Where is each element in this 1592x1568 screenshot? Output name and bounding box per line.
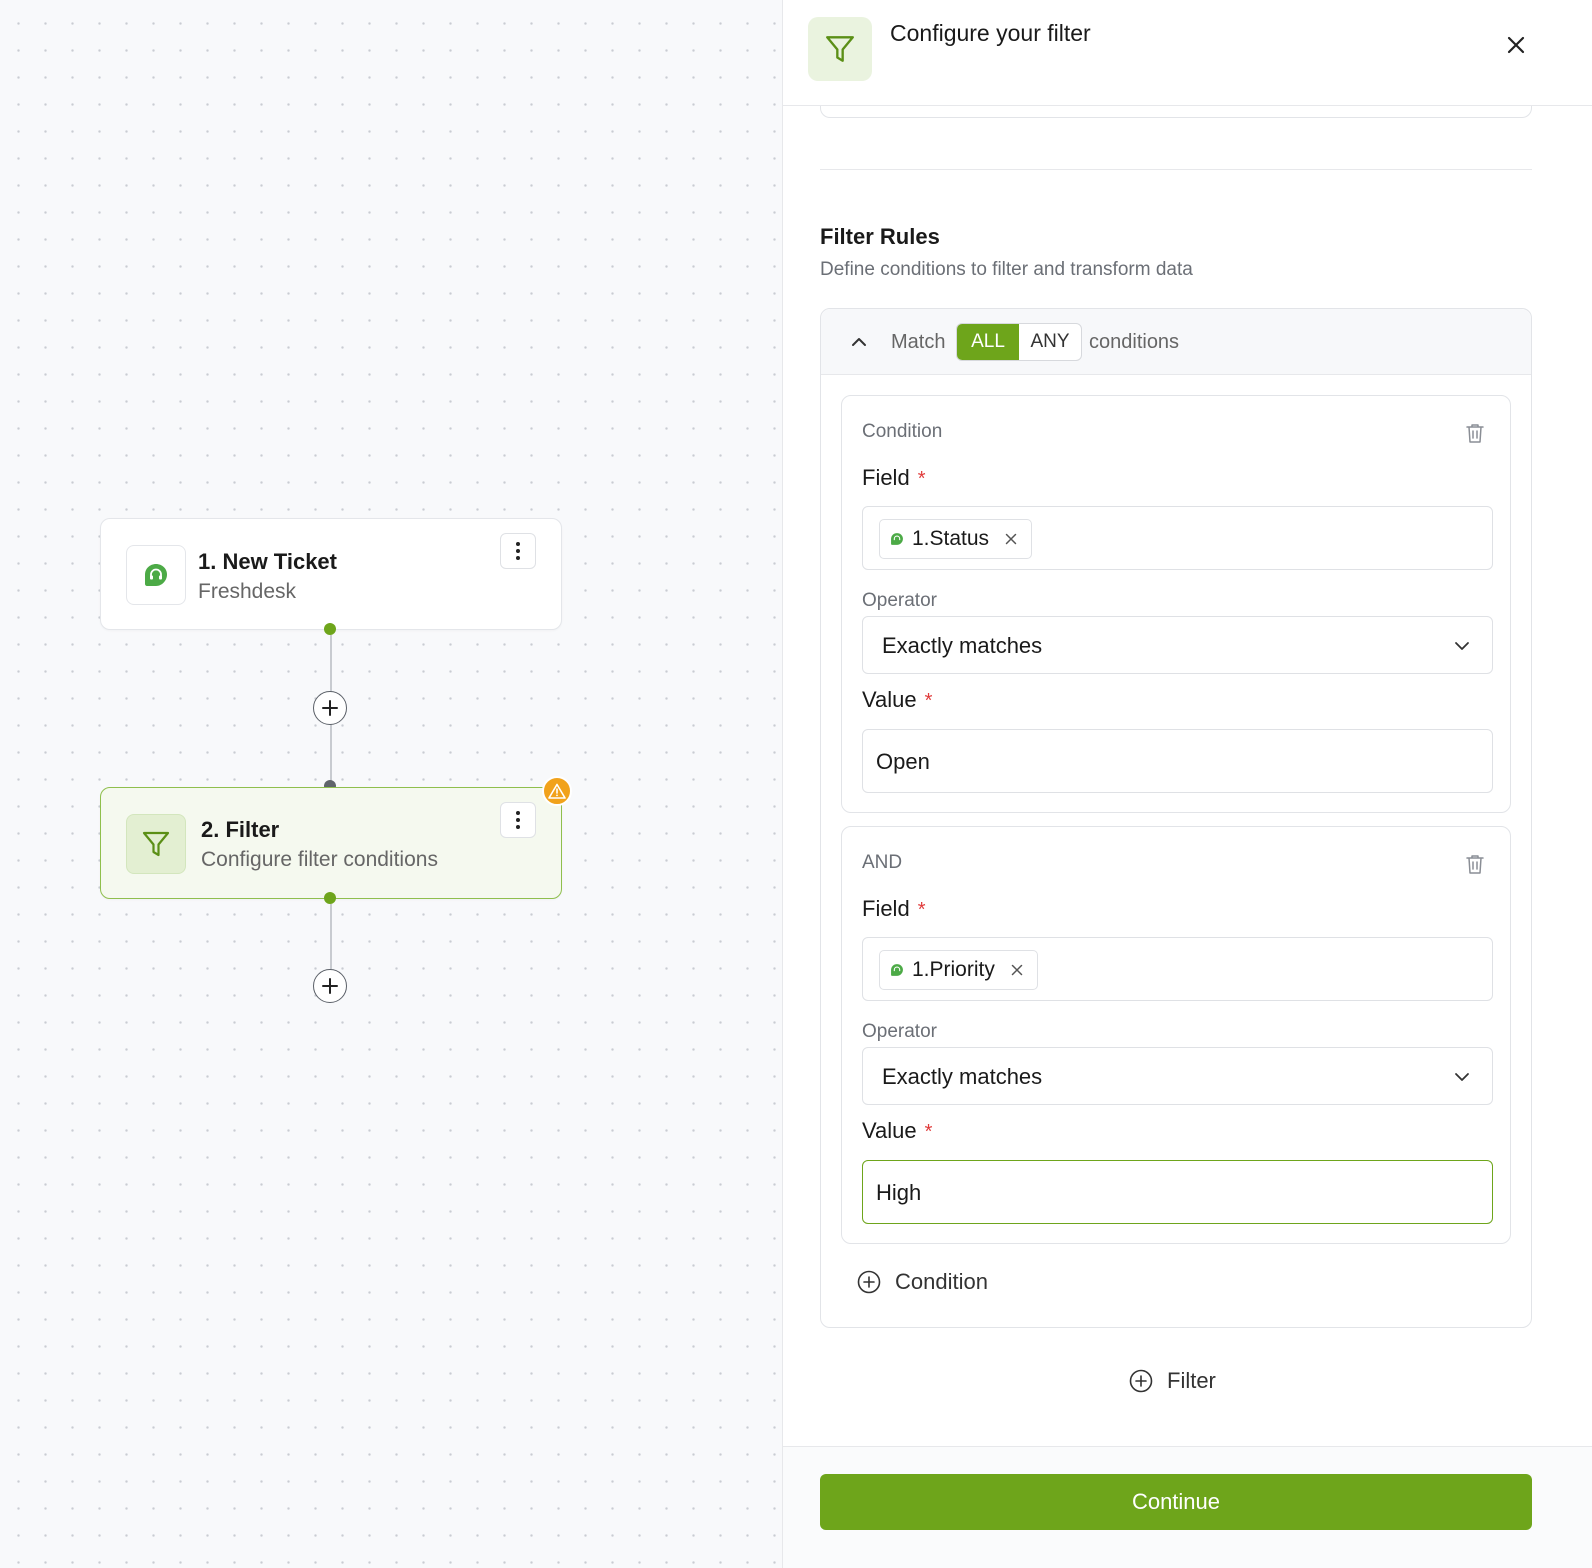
value-input[interactable] bbox=[876, 749, 1476, 775]
workflow-canvas[interactable]: 1. New Ticket Freshdesk 2. Filter Config… bbox=[0, 0, 782, 1568]
plus-circle-icon bbox=[1129, 1369, 1153, 1393]
warning-triangle-icon bbox=[548, 783, 566, 799]
filter-group: Match ALL ANY conditions Condition Field… bbox=[820, 308, 1532, 1328]
freshdesk-app-icon bbox=[126, 545, 186, 605]
collapse-toggle[interactable] bbox=[848, 331, 870, 353]
filter-node[interactable]: 2. Filter Configure filter conditions bbox=[100, 787, 562, 899]
plus-icon bbox=[322, 978, 338, 994]
value-input-box bbox=[862, 1160, 1493, 1224]
app-root: 1. New Ticket Freshdesk 2. Filter Config… bbox=[0, 0, 1592, 1568]
remove-chip-button[interactable] bbox=[1011, 964, 1023, 976]
chevron-up-icon bbox=[852, 338, 866, 346]
trash-icon bbox=[1466, 854, 1484, 874]
match-mode-toggle: ALL ANY bbox=[956, 323, 1082, 361]
close-icon bbox=[1005, 533, 1017, 545]
delete-condition-button[interactable] bbox=[1464, 421, 1486, 445]
value-input[interactable] bbox=[876, 1180, 1476, 1206]
panel-filter-icon-box bbox=[808, 17, 872, 81]
operator-label: Operator bbox=[862, 590, 937, 611]
section-divider bbox=[820, 169, 1532, 170]
add-condition-label: Condition bbox=[895, 1269, 988, 1294]
trash-icon bbox=[1466, 423, 1484, 443]
add-step-button[interactable] bbox=[313, 691, 347, 725]
continue-button[interactable]: Continue bbox=[820, 1474, 1532, 1530]
trigger-node-menu-button[interactable] bbox=[500, 533, 536, 569]
field-input[interactable]: 1.Status bbox=[862, 506, 1493, 570]
field-chip: 1.Priority bbox=[879, 950, 1038, 990]
value-label: Value * bbox=[862, 687, 932, 713]
filter-node-menu-button[interactable] bbox=[500, 802, 536, 838]
close-icon bbox=[1507, 36, 1525, 54]
filter-output-handle[interactable] bbox=[324, 892, 336, 904]
field-chip-label: 1.Priority bbox=[912, 958, 995, 981]
required-mark: * bbox=[917, 468, 926, 490]
condition-card: AND Field * 1.Priority Operator Exactly … bbox=[841, 826, 1511, 1244]
filter-node-title: 2. Filter bbox=[201, 817, 280, 842]
field-label-text: Field bbox=[862, 896, 910, 921]
trigger-output-handle[interactable] bbox=[324, 623, 336, 635]
field-label: Field * bbox=[862, 896, 925, 922]
warning-badge[interactable] bbox=[542, 776, 572, 806]
freshdesk-headset-icon bbox=[891, 533, 903, 545]
field-label: Field * bbox=[862, 465, 925, 491]
match-label: Match bbox=[891, 331, 946, 353]
filter-rules-title: Filter Rules bbox=[820, 224, 940, 249]
plus-circle-icon bbox=[857, 1270, 881, 1294]
trigger-node-subtitle: Freshdesk bbox=[198, 580, 297, 603]
filter-funnel-icon bbox=[142, 831, 170, 857]
field-chip: 1.Status bbox=[879, 519, 1033, 559]
panel-header: Configure your filter bbox=[783, 0, 1592, 106]
operator-selected-value: Exactly matches bbox=[882, 633, 1043, 658]
filter-group-header: Match ALL ANY conditions bbox=[821, 309, 1531, 375]
close-icon bbox=[1011, 964, 1023, 976]
chevron-down-icon bbox=[1452, 636, 1472, 656]
operator-select[interactable]: Exactly matches bbox=[862, 616, 1493, 674]
condition-label: Condition bbox=[862, 421, 943, 442]
panel-footer: Continue bbox=[783, 1446, 1592, 1568]
remove-chip-button[interactable] bbox=[1005, 533, 1017, 545]
kebab-menu-icon bbox=[516, 542, 520, 560]
value-label-text: Value bbox=[862, 687, 917, 712]
field-chip-label: 1.Status bbox=[912, 527, 990, 550]
filter-config-panel: Configure your filter Filter Rules Defin… bbox=[782, 0, 1592, 1568]
trigger-node-title: 1. New Ticket bbox=[198, 549, 337, 574]
filter-app-icon bbox=[126, 814, 186, 874]
filter-node-subtitle: Configure filter conditions bbox=[201, 848, 438, 871]
connector-line bbox=[330, 904, 332, 969]
close-button[interactable] bbox=[1503, 32, 1529, 58]
conditions-label: conditions bbox=[1089, 331, 1180, 353]
field-input[interactable]: 1.Priority bbox=[862, 937, 1493, 1001]
add-filter-button[interactable]: Filter bbox=[1129, 1368, 1216, 1394]
filter-funnel-icon bbox=[826, 36, 854, 62]
freshdesk-headset-icon bbox=[145, 564, 167, 586]
panel-title: Configure your filter bbox=[890, 20, 1091, 46]
chevron-down-icon bbox=[1452, 1067, 1472, 1087]
kebab-menu-icon bbox=[516, 811, 520, 829]
delete-condition-button[interactable] bbox=[1464, 852, 1486, 876]
plus-icon bbox=[322, 700, 338, 716]
operator-selected-value: Exactly matches bbox=[882, 1064, 1043, 1089]
field-label-text: Field bbox=[862, 465, 910, 490]
add-condition-button[interactable]: Condition bbox=[857, 1269, 988, 1295]
required-mark: * bbox=[924, 1121, 933, 1143]
value-label: Value * bbox=[862, 1118, 932, 1144]
value-input-box bbox=[862, 729, 1493, 793]
condition-card: Condition Field * 1.Status Operator Exac… bbox=[841, 395, 1511, 813]
add-step-button[interactable] bbox=[313, 969, 347, 1003]
filter-rules-description: Define conditions to filter and transfor… bbox=[820, 259, 1193, 280]
freshdesk-headset-icon bbox=[891, 964, 903, 976]
required-mark: * bbox=[917, 899, 926, 921]
required-mark: * bbox=[924, 690, 933, 712]
value-label-text: Value bbox=[862, 1118, 917, 1143]
condition-label: AND bbox=[862, 852, 903, 873]
match-any-option[interactable]: ANY bbox=[1019, 324, 1081, 360]
trigger-node[interactable]: 1. New Ticket Freshdesk bbox=[100, 518, 562, 630]
add-filter-label: Filter bbox=[1167, 1368, 1216, 1393]
match-all-option[interactable]: ALL bbox=[957, 324, 1019, 360]
operator-label: Operator bbox=[862, 1021, 937, 1042]
operator-select[interactable]: Exactly matches bbox=[862, 1047, 1493, 1105]
